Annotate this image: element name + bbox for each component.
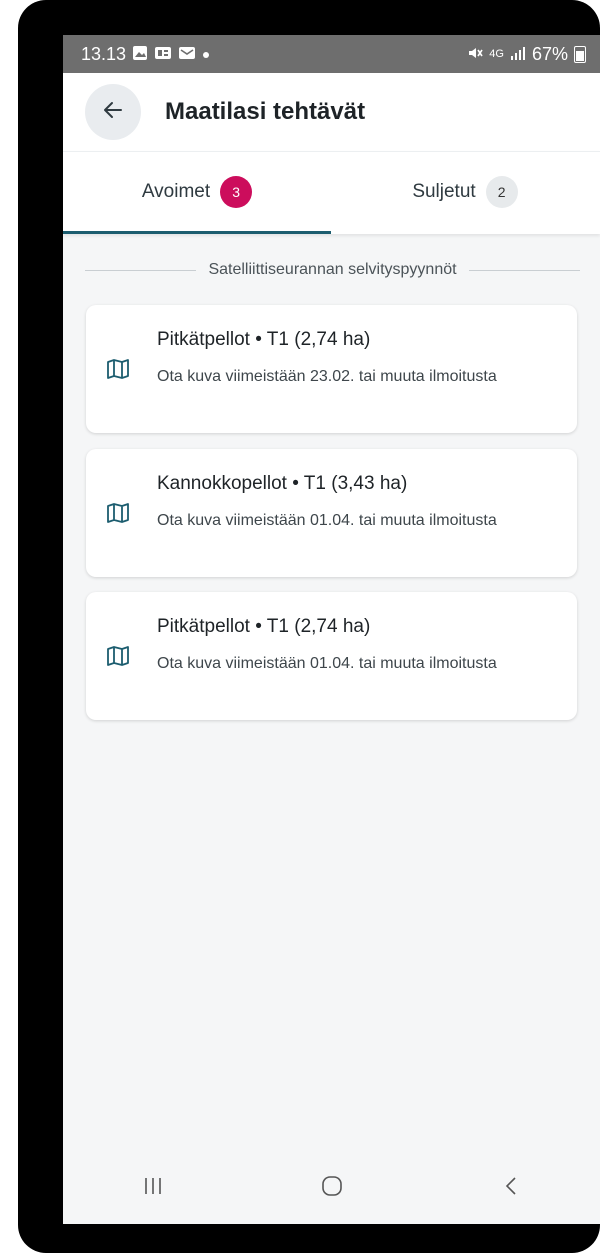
system-nav-bar bbox=[63, 1153, 600, 1224]
recent-apps-icon bbox=[141, 1176, 165, 1201]
mute-icon bbox=[467, 45, 483, 64]
active-tab-indicator bbox=[63, 231, 331, 234]
section-title: Satelliittiseurannan selvityspyynnöt bbox=[208, 261, 457, 278]
task-card[interactable]: Pitkätpellot • T1 (2,74 ha) Ota kuva vii… bbox=[86, 592, 577, 720]
status-right: 4G 67% bbox=[467, 44, 586, 65]
recent-apps-button[interactable] bbox=[123, 1169, 183, 1209]
count-badge: 3 bbox=[220, 176, 253, 208]
signal-icon bbox=[510, 46, 526, 63]
system-back-button[interactable] bbox=[481, 1169, 541, 1209]
task-description: Ota kuva viimeistään 01.04. tai muuta il… bbox=[157, 655, 497, 672]
back-button[interactable] bbox=[85, 84, 141, 140]
battery-percent: 67% bbox=[531, 43, 568, 64]
network-type: 4G bbox=[489, 48, 504, 60]
app-bar: Maatilasi tehtävät bbox=[63, 73, 600, 151]
home-icon bbox=[320, 1174, 344, 1203]
map-icon bbox=[106, 357, 130, 381]
divider bbox=[85, 269, 197, 271]
arrow-left-icon bbox=[102, 99, 124, 126]
gallery-notification-icon bbox=[132, 45, 148, 64]
task-card[interactable]: Pitkätpellot • T1 (2,74 ha) Ota kuva vii… bbox=[86, 305, 577, 433]
divider bbox=[468, 269, 581, 271]
dot-indicator-icon bbox=[202, 47, 210, 62]
message-notification-icon bbox=[178, 45, 196, 64]
tab-suljetut[interactable]: Suljetut 2 bbox=[331, 152, 599, 232]
app-notification-icon bbox=[154, 45, 172, 64]
task-card[interactable]: Kannokkopellot • T1 (3,43 ha) Ota kuva v… bbox=[86, 449, 577, 577]
status-time: 13.13 bbox=[81, 43, 127, 64]
page-title: Maatilasi tehtävät bbox=[165, 98, 366, 125]
map-icon bbox=[106, 501, 130, 525]
status-bar: 13.13 4G 67% bbox=[63, 35, 600, 73]
section-header: Satelliittiseurannan selvityspyynnöt bbox=[85, 257, 581, 283]
battery-icon bbox=[574, 45, 586, 63]
count-badge: 2 bbox=[485, 176, 518, 208]
tab-label: Avoimet bbox=[141, 181, 211, 202]
task-title: Kannokkopellot • T1 (3,43 ha) bbox=[157, 473, 408, 494]
back-icon bbox=[503, 1175, 519, 1202]
task-title: Pitkätpellot • T1 (2,74 ha) bbox=[157, 329, 371, 350]
tab-label: Suljetut bbox=[412, 181, 476, 202]
task-description: Ota kuva viimeistään 23.02. tai muuta il… bbox=[157, 368, 497, 385]
home-button[interactable] bbox=[302, 1169, 362, 1209]
tab-bar: Avoimet 3 Suljetut 2 bbox=[63, 151, 600, 234]
phone-frame: 13.13 4G 67% Maatilasi tehtävät Avoimet … bbox=[18, 0, 600, 1253]
task-description: Ota kuva viimeistään 01.04. tai muuta il… bbox=[157, 512, 497, 529]
task-title: Pitkätpellot • T1 (2,74 ha) bbox=[157, 616, 371, 637]
map-icon bbox=[106, 644, 130, 668]
screen: 13.13 4G 67% Maatilasi tehtävät Avoimet … bbox=[63, 35, 600, 1224]
tab-avoimet[interactable]: Avoimet 3 bbox=[63, 152, 331, 232]
status-left: 13.13 bbox=[81, 44, 210, 65]
